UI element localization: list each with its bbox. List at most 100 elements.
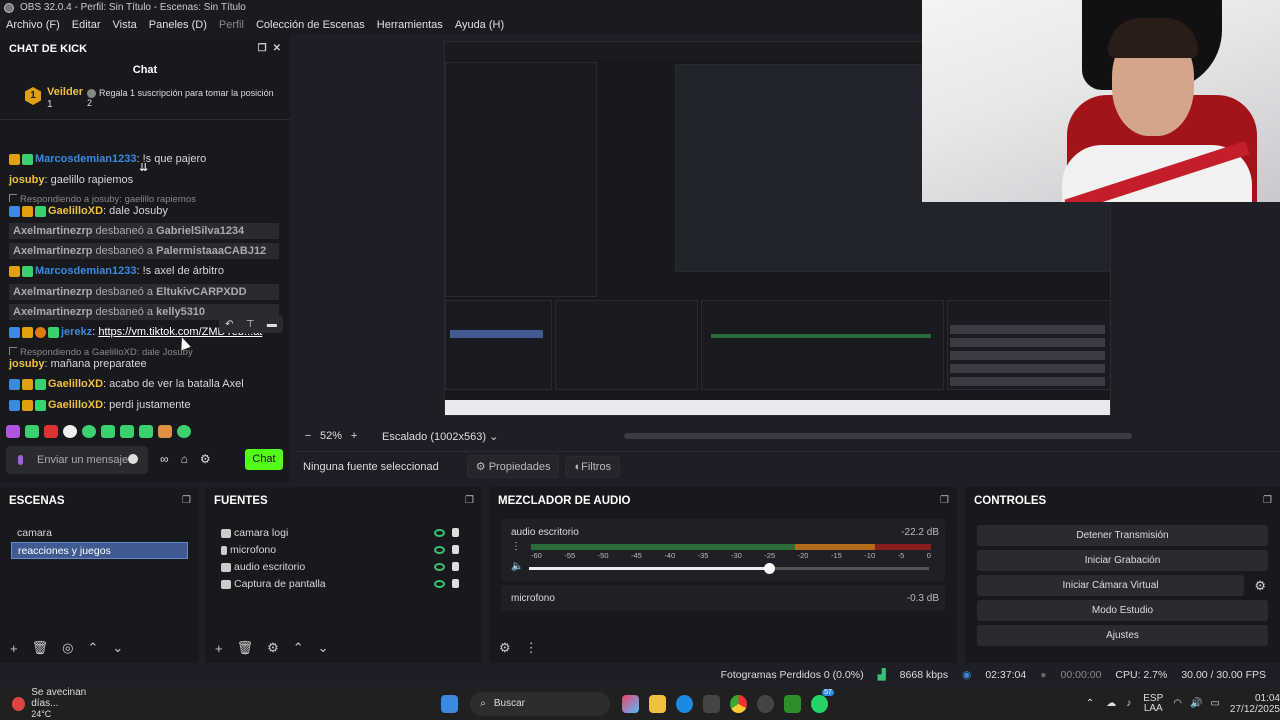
menu-paneles[interactable]: Paneles (D) (143, 19, 213, 31)
more-options-icon[interactable]: ⋮ (511, 541, 521, 552)
emote-icon[interactable] (101, 425, 115, 438)
lock-icon[interactable] (452, 528, 459, 537)
stop-stream-button[interactable]: Detener Transmisión (977, 525, 1268, 546)
volume-slider[interactable] (529, 563, 929, 574)
emoji-icon[interactable] (128, 454, 138, 464)
commands-icon[interactable]: ∞ (160, 452, 169, 466)
battery-icon[interactable]: ▭ (1210, 698, 1219, 709)
emote-icon[interactable] (63, 425, 77, 438)
volume-knob[interactable] (764, 563, 775, 574)
wifi-icon[interactable]: ◠ (1173, 698, 1182, 709)
chat-username[interactable]: josuby (9, 358, 44, 370)
volume-icon[interactable]: 🔊 (1190, 698, 1202, 709)
emote-icon[interactable] (44, 425, 58, 438)
menu-editar[interactable]: Editar (66, 19, 107, 31)
gear-icon[interactable]: ⚙ (267, 640, 279, 656)
gear-icon[interactable]: ⚙ (1254, 578, 1266, 594)
speaker-icon[interactable]: 🔈 (511, 561, 523, 572)
horizontal-scrollbar[interactable] (624, 433, 1132, 439)
mod-target[interactable]: EltukivCARPXDD (156, 286, 246, 298)
source-item[interactable]: audio escritorio (205, 559, 482, 576)
emote-icon[interactable] (6, 425, 20, 438)
mod-target[interactable]: GabrielSilva1234 (156, 225, 244, 237)
taskbar-search[interactable]: ⌕ Buscar (470, 691, 611, 716)
emote-icon[interactable] (120, 425, 134, 438)
chat-tab[interactable]: Chat (0, 64, 290, 82)
source-item[interactable]: Captura de pantalla (205, 576, 482, 593)
chrome-icon[interactable] (730, 694, 748, 713)
delete-icon[interactable]: ▬ (267, 319, 277, 330)
windows-start-icon[interactable] (441, 694, 459, 713)
menu-vista[interactable]: Vista (107, 19, 143, 31)
float-dock-icon[interactable]: ❐ (465, 487, 474, 515)
mod-name[interactable]: Axelmartinezrp (13, 225, 92, 237)
chat-username[interactable]: GaelilloXD (48, 399, 103, 411)
chevron-up-icon[interactable]: ⌃ (1086, 698, 1094, 709)
reply-action-icon[interactable]: ↶ (225, 319, 233, 330)
network-icon[interactable]: ☁ (1106, 698, 1116, 709)
scene-item[interactable]: camara (11, 525, 188, 542)
visibility-eye-icon[interactable] (434, 580, 445, 588)
mod-name[interactable]: Axelmartinezrp (13, 245, 92, 257)
visibility-eye-icon[interactable] (434, 546, 445, 554)
float-dock-icon[interactable]: ❐ (258, 43, 267, 54)
menu-herramientas[interactable]: Herramientas (371, 19, 449, 31)
xbox-icon[interactable] (783, 694, 801, 713)
obs-icon[interactable] (757, 694, 774, 713)
scene-item-selected[interactable]: reacciones y juegos (11, 542, 188, 559)
move-up-icon[interactable]: ⌃ (293, 640, 304, 656)
menu-archivo[interactable]: Archivo (F) (0, 19, 66, 31)
menu-perfil[interactable]: Perfil (213, 19, 250, 31)
emote-icon[interactable] (177, 425, 191, 438)
weather-widget[interactable]: Se avecinan días... 24°C (31, 687, 111, 720)
zoom-in-button[interactable]: + (342, 430, 366, 442)
lock-icon[interactable] (452, 545, 459, 554)
gear-icon[interactable]: ⚙ (200, 452, 211, 466)
mod-name[interactable]: Axelmartinezrp (13, 286, 92, 298)
whatsapp-icon[interactable]: 57 (810, 688, 834, 713)
gear-icon[interactable]: ⚙ (499, 640, 511, 656)
microphone-icon[interactable] (18, 455, 23, 465)
store-icon[interactable]: ⌂ (181, 452, 188, 466)
settings-button[interactable]: Ajustes (977, 625, 1268, 646)
studio-mode-button[interactable]: Modo Estudio (977, 600, 1268, 621)
move-down-icon[interactable]: ⌄ (318, 640, 329, 656)
filter-icon[interactable]: ◎ (62, 640, 73, 656)
lock-icon[interactable] (452, 579, 459, 588)
add-icon[interactable]: + (215, 641, 223, 656)
chat-username[interactable]: GaelilloXD (48, 205, 103, 217)
mod-target[interactable]: kelly5310 (156, 306, 205, 318)
move-up-icon[interactable]: ⌃ (87, 640, 98, 656)
trash-icon[interactable]: 🗑 (32, 640, 49, 656)
visibility-eye-icon[interactable] (434, 563, 445, 571)
emote-icon[interactable] (139, 425, 153, 438)
start-recording-button[interactable]: Iniciar Grabación (977, 550, 1268, 571)
chat-username[interactable]: GaelilloXD (48, 378, 103, 390)
visibility-eye-icon[interactable] (434, 529, 445, 537)
float-dock-icon[interactable]: ❐ (940, 487, 949, 515)
language-indicator[interactable]: ESP LAA (1143, 693, 1163, 714)
menu-coleccion[interactable]: Colección de Escenas (250, 19, 371, 31)
start-virtual-camera-button[interactable]: Iniciar Cámara Virtual (977, 575, 1244, 596)
more-options-icon[interactable]: ⋮ (525, 640, 538, 656)
chat-username[interactable]: josuby (9, 174, 44, 186)
weather-icon[interactable] (12, 696, 26, 711)
chat-username[interactable]: Marcosdemian1233 (35, 153, 137, 165)
copilot-icon[interactable] (622, 694, 640, 713)
edge-icon[interactable] (676, 694, 694, 713)
close-icon[interactable]: ✕ (273, 43, 281, 54)
trash-icon[interactable]: 🗑 (237, 640, 254, 656)
microphone-icon[interactable]: ♪ (1126, 698, 1131, 709)
move-down-icon[interactable]: ⌄ (112, 640, 123, 656)
add-icon[interactable]: + (10, 641, 18, 656)
file-explorer-icon[interactable] (649, 694, 667, 713)
source-item[interactable]: microfono (205, 542, 482, 559)
properties-button[interactable]: ⚙ Propiedades (466, 455, 560, 478)
float-dock-icon[interactable]: ❐ (182, 487, 191, 515)
float-dock-icon[interactable]: ❐ (1263, 487, 1272, 515)
send-chat-button[interactable]: Chat (245, 449, 283, 470)
chat-username[interactable]: jerekz (61, 326, 92, 338)
pinned-username[interactable]: Veilder (47, 86, 83, 98)
clock[interactable]: 01:04 27/12/2025 (1230, 693, 1280, 715)
mod-target[interactable]: PalermistaaaCABJ12 (156, 245, 266, 257)
